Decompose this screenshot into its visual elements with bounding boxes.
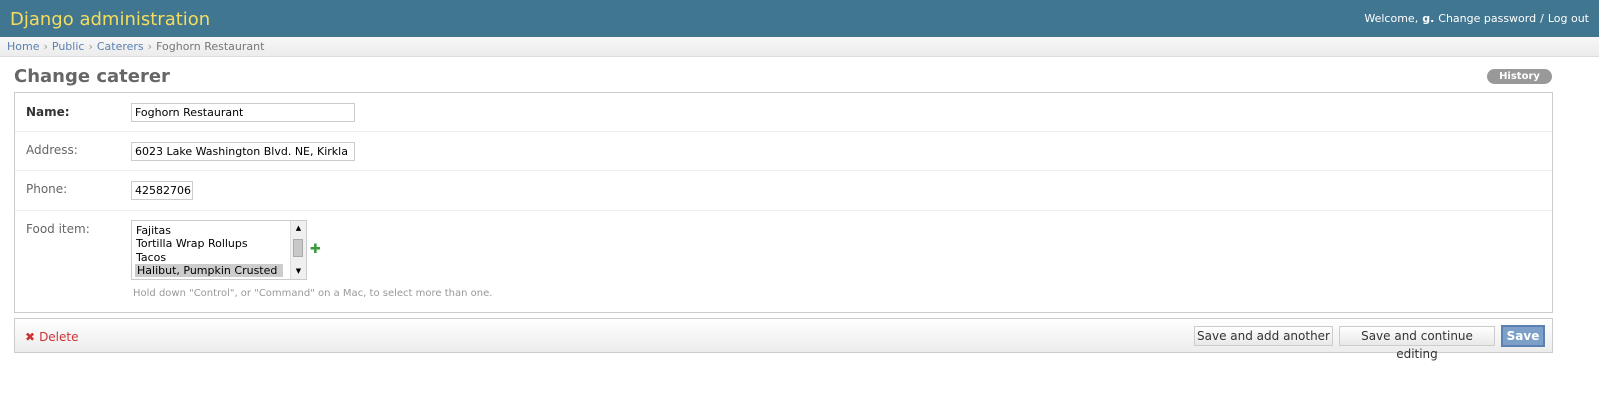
food-option-halibut-selected[interactable]: Halibut, Pumpkin Crusted [135,264,283,277]
user-tools: Welcome, g. Change password / Log out [1364,12,1589,25]
breadcrumb: Home › Public › Caterers › Foghorn Restaurant [0,37,1599,57]
delete-link[interactable]: ✖ Delete [25,330,79,344]
address-field[interactable]: 6023 Lake Washington Blvd. NE, Kirkla [131,142,355,161]
food-item-multiselect[interactable]: Fajitas Tortilla Wrap Rollups Tacos Hali… [131,220,307,280]
breadcrumb-public[interactable]: Public [52,40,85,53]
phone-field[interactable]: 42582706 [131,181,193,200]
header: Django administration Welcome, g. Change… [0,0,1599,37]
welcome-text: Welcome, [1364,12,1419,25]
scroll-up-arrow-icon[interactable]: ▲ [294,224,303,232]
submit-row: ✖ Delete Save and add another Save and co… [14,318,1553,361]
logout-link[interactable]: Log out [1548,12,1589,25]
food-item-label: Food item: [26,222,90,236]
breadcrumb-current: Foghorn Restaurant [156,40,265,53]
food-option-fajitas[interactable]: Fajitas [136,224,171,237]
site-branding[interactable]: Django administration [10,9,210,30]
breadcrumb-separator: › [43,40,48,53]
save-button[interactable]: Save [1501,325,1545,347]
form-row-phone: Phone: 42582706 [15,171,1552,211]
delete-x-icon: ✖ [25,330,36,344]
history-button[interactable]: History [1487,69,1552,84]
address-label: Address: [26,143,78,157]
change-password-link[interactable]: Change password [1438,12,1536,25]
phone-label: Phone: [26,182,68,196]
scroll-thumb[interactable] [293,239,303,257]
breadcrumb-home[interactable]: Home [7,40,39,53]
breadcrumb-separator: › [147,40,153,53]
form-row-name: Name: Foghorn Restaurant [15,93,1552,132]
form-row-address: Address: 6023 Lake Washington Blvd. NE, … [15,132,1552,171]
username: g. [1422,12,1435,25]
page-title: Change caterer [14,66,170,87]
name-field[interactable]: Foghorn Restaurant [131,103,355,122]
delete-label: Delete [39,330,79,344]
scroll-down-arrow-icon[interactable]: ▼ [294,267,303,275]
name-label: Name: [26,105,70,119]
add-food-item-plus-icon[interactable]: ✚ [310,242,321,257]
caterer-form-fieldset: Name: Foghorn Restaurant Address: 6023 L… [14,92,1553,313]
food-option-tortilla-wrap-rollups[interactable]: Tortilla Wrap Rollups [136,237,248,250]
select-scrollbar[interactable]: ▲ ▼ [290,221,306,279]
save-and-add-another-button[interactable]: Save and add another [1194,326,1333,346]
save-and-continue-editing-button[interactable]: Save and continue editing [1339,326,1495,361]
food-option-tacos[interactable]: Tacos [136,251,166,264]
breadcrumb-caterers[interactable]: Caterers [97,40,144,53]
user-tools-separator: / [1540,12,1544,25]
breadcrumb-separator: › [88,40,93,53]
food-item-help-text: Hold down "Control", or "Command" on a M… [133,288,493,299]
